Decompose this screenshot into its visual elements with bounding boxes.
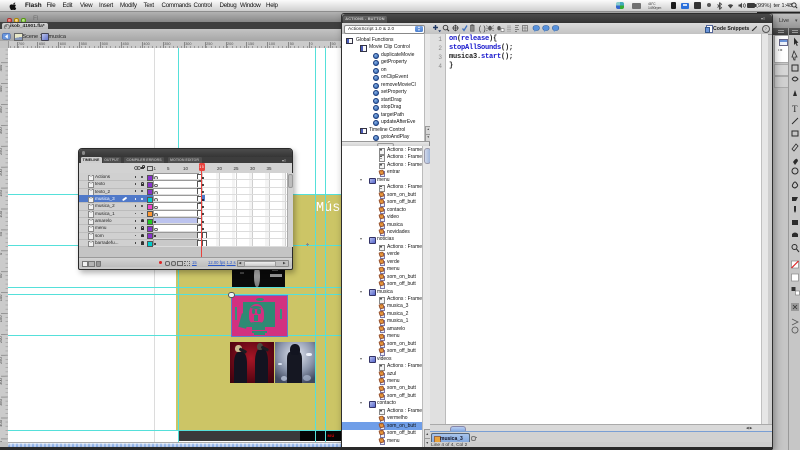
svg-text:300: 300	[0, 127, 3, 134]
svg-text:400: 400	[0, 85, 3, 92]
svg-text:250: 250	[0, 148, 3, 155]
svg-text:300: 300	[0, 378, 3, 385]
svg-text:450: 450	[0, 64, 3, 71]
svg-text:200: 200	[0, 336, 3, 343]
svg-text:50: 50	[0, 273, 3, 278]
svg-text:350: 350	[0, 399, 3, 406]
svg-text:400: 400	[0, 420, 3, 427]
svg-text:100: 100	[0, 294, 3, 301]
svg-text:350: 350	[0, 106, 3, 113]
svg-text:0: 0	[0, 252, 3, 255]
svg-text:50: 50	[0, 231, 3, 236]
svg-text:150: 150	[0, 190, 3, 197]
svg-text:T: T	[792, 104, 798, 114]
svg-text:(): ()	[478, 26, 486, 33]
svg-text:150: 150	[0, 315, 3, 322]
svg-text:200: 200	[0, 169, 3, 176]
svg-text:250: 250	[0, 357, 3, 364]
svg-text:100: 100	[0, 211, 3, 218]
